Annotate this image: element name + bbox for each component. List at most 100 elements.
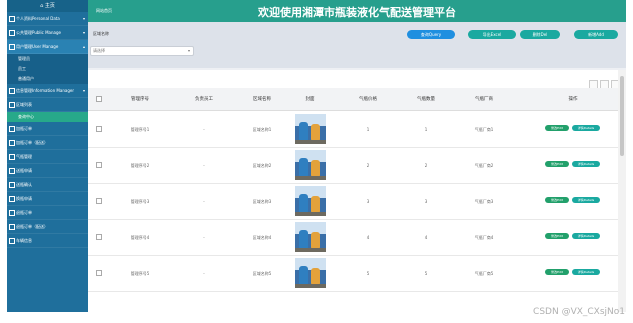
cell-staff: - — [203, 271, 205, 276]
col-header-price[interactable]: 气瓶价格 — [338, 96, 398, 102]
sidebar-item[interactable]: 车辆信息 — [7, 234, 88, 248]
sidebar-menu: 个人资料Personal Data ▾ 公共管理Public Manage ▾ 用户管理… — [7, 12, 88, 248]
sidebar-item-label: 车辆信息 — [16, 238, 32, 243]
table-row: 管理序号4 - 区域名称4 4 4 气瓶厂商4 修改Edit 详情Details — [88, 219, 626, 256]
table-row: 管理序号2 - 区域名称2 2 2 气瓶厂商2 修改Edit 详情Details — [88, 147, 626, 184]
cell-no: 管理序号3 — [130, 199, 150, 204]
sidebar-item-label: 员工 — [18, 66, 26, 71]
cell-price: 5 — [366, 271, 370, 276]
col-header-staff[interactable]: 负责员工 — [176, 96, 232, 102]
sidebar-item[interactable]: 送瓶申请 — [7, 164, 88, 178]
col-header-maker[interactable]: 气瓶厂商 — [454, 96, 514, 102]
sidebar-item[interactable]: 换瓶申请 — [7, 192, 88, 206]
sidebar-subitem[interactable]: 员工 — [7, 64, 88, 74]
sidebar-item-label: 退瓶订单 — [16, 210, 32, 215]
menu-icon — [9, 102, 15, 108]
edit-button[interactable]: 修改Edit — [545, 125, 569, 131]
edit-button[interactable]: 修改Edit — [545, 161, 569, 167]
details-button[interactable]: 详情Details — [572, 269, 600, 275]
cell-area: 区域名称1 — [252, 127, 272, 132]
cell-area: 区域名称4 — [252, 235, 272, 240]
app-window: ⌂ 主页 个人资料Personal Data ▾ 公共管理Public Manage… — [7, 0, 626, 312]
sidebar-home[interactable]: ⌂ 主页 — [7, 0, 88, 12]
sidebar-item[interactable]: 送瓶确认 — [7, 178, 88, 192]
data-table: 管理序号 负责员工 区域名称 封面 气瓶价格 气瓶数量 气瓶厂商 操作 管理序号… — [88, 70, 626, 312]
edit-button[interactable]: 修改Edit — [545, 269, 569, 275]
edit-button[interactable]: 修改Edit — [545, 233, 569, 239]
row-checkbox[interactable] — [96, 270, 102, 276]
menu-icon — [9, 182, 15, 188]
col-header-cover: 封面 — [305, 97, 315, 102]
cell-staff: - — [203, 235, 205, 240]
sidebar-item[interactable]: 加瓶订单（配送） — [7, 136, 88, 150]
menu-icon — [9, 238, 15, 244]
delete-button[interactable]: 删除Del — [520, 30, 560, 39]
add-button[interactable]: 新增Add — [574, 30, 618, 39]
menu-icon — [9, 210, 15, 216]
cell-no: 管理序号2 — [130, 163, 150, 168]
sidebar-item[interactable]: 加瓶订单 — [7, 122, 88, 136]
cover-image[interactable] — [295, 150, 326, 180]
sidebar-item[interactable]: 退瓶订单 — [7, 206, 88, 220]
cover-image[interactable] — [295, 258, 326, 288]
cell-area: 区域名称5 — [252, 271, 272, 276]
table-row: 管理序号3 - 区域名称3 3 3 气瓶厂商3 修改Edit 详情Details — [88, 183, 626, 220]
sidebar-item-label: 管理员 — [18, 56, 30, 61]
details-button[interactable]: 详情Details — [572, 161, 600, 167]
query-button[interactable]: 查询Query — [407, 30, 455, 39]
col-header-qty[interactable]: 气瓶数量 — [398, 96, 454, 102]
details-button[interactable]: 详情Details — [572, 125, 600, 131]
chevron-icon: ▾ — [82, 88, 85, 93]
menu-icon — [9, 154, 15, 160]
sidebar-item-label: 气瓶管理 — [16, 154, 32, 159]
cell-qty: 5 — [424, 271, 428, 276]
row-checkbox[interactable] — [96, 234, 102, 240]
sidebar-item-label: 区域列表 — [16, 102, 32, 107]
area-select[interactable]: 请选择 ▾ — [90, 46, 194, 56]
cover-image[interactable] — [295, 222, 326, 252]
chevron-icon: ▾ — [82, 30, 85, 35]
menu-icon — [9, 44, 15, 50]
sidebar-item[interactable]: 用户管理User Manage ▴ — [7, 40, 88, 54]
sidebar-subitem[interactable]: 查询中心 — [7, 112, 88, 122]
cell-maker: 气瓶厂商1 — [474, 127, 494, 132]
scrollbar-thumb[interactable] — [620, 76, 624, 156]
col-header-action: 操作 — [568, 97, 578, 102]
cell-maker: 气瓶厂商2 — [474, 163, 494, 168]
col-header-area[interactable]: 区域名称 — [234, 96, 290, 102]
sidebar-item[interactable]: 个人资料Personal Data ▾ — [7, 12, 88, 26]
cell-qty: 4 — [424, 235, 428, 240]
details-button[interactable]: 详情Details — [572, 197, 600, 203]
row-checkbox[interactable] — [96, 126, 102, 132]
cover-image[interactable] — [295, 186, 326, 216]
menu-icon — [9, 88, 15, 94]
cell-qty: 1 — [424, 127, 428, 132]
cell-maker: 气瓶厂商5 — [474, 271, 494, 276]
sidebar-subitem[interactable]: 普通用户 — [7, 74, 88, 84]
sidebar-item-label: 送瓶确认 — [16, 182, 32, 187]
sidebar-item[interactable]: 信息管理Information Manager ▾ — [7, 84, 88, 98]
area-filter-label: 区域名称 — [93, 31, 109, 36]
table-header: 管理序号 负责员工 区域名称 封面 气瓶价格 气瓶数量 气瓶厂商 操作 — [88, 88, 626, 111]
sidebar-item[interactable]: 公共管理Public Manage ▾ — [7, 26, 88, 40]
row-checkbox[interactable] — [96, 162, 102, 168]
scrollbar[interactable] — [618, 70, 626, 312]
col-header-no[interactable]: 管理序号 — [110, 96, 170, 102]
details-button[interactable]: 详情Details — [572, 233, 600, 239]
search-panel: 区域名称 请选择 ▾ 查询Query 导出Excel 删除Del 新增Add — [88, 22, 626, 68]
cell-maker: 气瓶厂商3 — [474, 199, 494, 204]
chevron-icon: ▴ — [82, 44, 85, 49]
sidebar-item[interactable]: 区域列表 — [7, 98, 88, 112]
sidebar-item[interactable]: 气瓶管理 — [7, 150, 88, 164]
export-button[interactable]: 导出Excel — [468, 30, 516, 39]
sidebar-item[interactable]: 退瓶订单（配送） — [7, 220, 88, 234]
edit-button[interactable]: 修改Edit — [545, 197, 569, 203]
sidebar-subitem[interactable]: 管理员 — [7, 54, 88, 64]
cell-staff: - — [203, 127, 205, 132]
chevron-icon: ▾ — [82, 16, 85, 21]
cover-image[interactable] — [295, 114, 326, 144]
select-all-checkbox[interactable] — [96, 96, 102, 102]
row-checkbox[interactable] — [96, 198, 102, 204]
cell-price: 1 — [366, 127, 370, 132]
cell-staff: - — [203, 163, 205, 168]
